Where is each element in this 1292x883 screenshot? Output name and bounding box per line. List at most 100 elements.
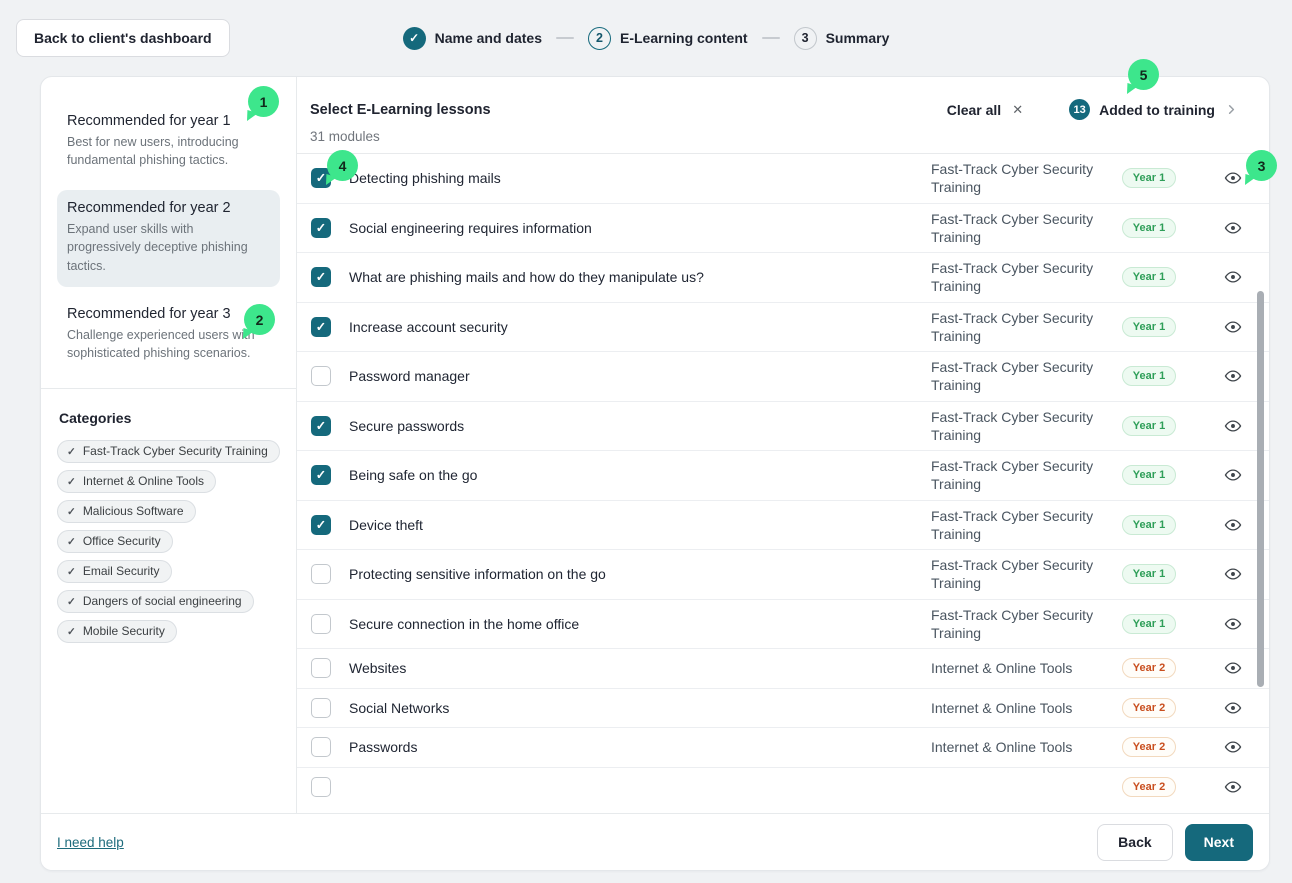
preview-eye-icon[interactable]: [1224, 169, 1242, 187]
clear-all-button[interactable]: Clear all ✕: [947, 102, 1023, 118]
check-icon: [67, 504, 76, 518]
recommendation-option[interactable]: Recommended for year 2 Expand user skill…: [57, 190, 280, 286]
back-to-dashboard-button[interactable]: Back to client's dashboard: [16, 19, 230, 57]
lesson-title: Being safe on the go: [349, 467, 931, 483]
lesson-checkbox[interactable]: [311, 267, 331, 287]
lesson-category: Internet & Online Tools: [931, 653, 1101, 683]
lesson-checkbox[interactable]: [311, 698, 331, 718]
tooltip-marker-4[interactable]: 4: [327, 150, 358, 181]
lesson-checkbox[interactable]: [311, 218, 331, 238]
category-filter-chip[interactable]: Internet & Online Tools: [57, 470, 216, 493]
wizard-footer: I need help Back Next: [41, 813, 1269, 870]
preview-eye-icon[interactable]: [1224, 615, 1242, 633]
lesson-title: What are phishing mails and how do they …: [349, 269, 931, 285]
lesson-row: Password manager Fast-Track Cyber Securi…: [297, 352, 1269, 402]
year-badge: Year 1: [1122, 218, 1176, 238]
year-badge: Year 1: [1122, 564, 1176, 584]
lesson-title: Websites: [349, 660, 931, 676]
lesson-category: Internet & Online Tools: [931, 732, 1101, 762]
lesson-row: Social engineering requires information …: [297, 204, 1269, 254]
category-filter-chip[interactable]: Fast-Track Cyber Security Training: [57, 440, 280, 463]
panel-title: Select E-Learning lessons: [310, 102, 491, 118]
lesson-category: Internet & Online Tools: [931, 693, 1101, 723]
category-filter-chip[interactable]: Dangers of social engineering: [57, 590, 254, 613]
help-link[interactable]: I need help: [57, 835, 124, 850]
category-filter-chip[interactable]: Email Security: [57, 560, 172, 583]
tooltip-marker-5[interactable]: 5: [1128, 59, 1159, 90]
category-filter-chip[interactable]: Office Security: [57, 530, 173, 553]
year-badge: Year 1: [1122, 465, 1176, 485]
lesson-category: Fast-Track Cyber Security Training: [931, 550, 1101, 598]
preview-eye-icon[interactable]: [1224, 699, 1242, 717]
check-icon: [67, 624, 76, 638]
added-count-badge: 13: [1069, 99, 1090, 120]
lesson-checkbox[interactable]: [311, 416, 331, 436]
recommendation-option[interactable]: Recommended for year 1 Best for new user…: [57, 103, 280, 181]
preview-eye-icon[interactable]: [1224, 268, 1242, 286]
lesson-title: Social engineering requires information: [349, 220, 931, 236]
recommendation-title: Recommended for year 1: [67, 113, 270, 129]
year-badge: Year 2: [1122, 737, 1176, 757]
lesson-checkbox[interactable]: [311, 614, 331, 634]
lesson-checkbox[interactable]: [311, 366, 331, 386]
lesson-checkbox[interactable]: [311, 777, 331, 797]
lesson-checkbox[interactable]: [311, 564, 331, 584]
recommendation-title: Recommended for year 2: [67, 200, 270, 216]
step-elearning-content[interactable]: 2 E-Learning content: [588, 27, 748, 50]
tooltip-marker-2[interactable]: 2: [244, 304, 275, 335]
lesson-row: What are phishing mails and how do they …: [297, 253, 1269, 303]
tooltip-marker-1[interactable]: 1: [248, 86, 279, 117]
step-label: E-Learning content: [620, 30, 748, 46]
check-icon: [316, 169, 326, 187]
preview-eye-icon[interactable]: [1224, 738, 1242, 756]
recommendations-sidebar: Recommended for year 1 Best for new user…: [41, 77, 297, 813]
step-name-and-dates[interactable]: Name and dates: [403, 27, 542, 50]
year-badge: Year 1: [1122, 366, 1176, 386]
lesson-row: Protecting sensitive information on the …: [297, 550, 1269, 600]
preview-eye-icon[interactable]: [1224, 778, 1242, 796]
category-chip-label: Malicious Software: [83, 504, 184, 518]
lesson-category: Fast-Track Cyber Security Training: [931, 451, 1101, 499]
category-filter-chip[interactable]: Malicious Software: [57, 500, 196, 523]
preview-eye-icon[interactable]: [1224, 659, 1242, 677]
preview-eye-icon[interactable]: [1224, 367, 1242, 385]
lesson-title: Secure connection in the home office: [349, 616, 931, 632]
step-summary[interactable]: 3 Summary: [794, 27, 890, 50]
check-icon: [67, 534, 76, 548]
preview-eye-icon[interactable]: [1224, 318, 1242, 336]
lesson-table: Detecting phishing mails Fast-Track Cybe…: [297, 153, 1269, 797]
step-separator: [556, 37, 574, 39]
recommendation-description: Expand user skills with progressively de…: [67, 220, 270, 274]
category-filter-chip[interactable]: Mobile Security: [57, 620, 177, 643]
next-button[interactable]: Next: [1185, 824, 1253, 861]
lesson-row: Social Networks Internet & Online Tools …: [297, 689, 1269, 729]
lesson-category: Fast-Track Cyber Security Training: [931, 600, 1101, 648]
lesson-checkbox[interactable]: [311, 317, 331, 337]
lesson-checkbox[interactable]: [311, 465, 331, 485]
preview-eye-icon[interactable]: [1224, 516, 1242, 534]
lesson-row: Detecting phishing mails Fast-Track Cybe…: [297, 154, 1269, 204]
step-number-circle: 3: [794, 27, 817, 50]
recommendation-title: Recommended for year 3: [67, 306, 270, 322]
lesson-title: Passwords: [349, 739, 931, 755]
added-to-training-label: Added to training: [1099, 102, 1215, 118]
lesson-category: Fast-Track Cyber Security Training: [931, 402, 1101, 450]
lesson-title: Social Networks: [349, 700, 931, 716]
preview-eye-icon[interactable]: [1224, 466, 1242, 484]
preview-eye-icon[interactable]: [1224, 565, 1242, 583]
preview-eye-icon[interactable]: [1224, 219, 1242, 237]
check-icon: [409, 31, 419, 45]
year-badge: Year 1: [1122, 267, 1176, 287]
tooltip-marker-3[interactable]: 3: [1246, 150, 1277, 181]
scrollbar-thumb[interactable]: [1257, 291, 1264, 687]
lesson-checkbox[interactable]: [311, 515, 331, 535]
back-button[interactable]: Back: [1097, 824, 1172, 861]
lesson-checkbox[interactable]: [311, 737, 331, 757]
lesson-row: Secure passwords Fast-Track Cyber Securi…: [297, 402, 1269, 452]
lesson-title: Detecting phishing mails: [349, 170, 931, 186]
check-icon: [316, 268, 326, 286]
preview-eye-icon[interactable]: [1224, 417, 1242, 435]
lesson-checkbox[interactable]: [311, 658, 331, 678]
check-icon: [316, 219, 326, 237]
added-to-training-button[interactable]: 13 Added to training: [1069, 99, 1239, 120]
